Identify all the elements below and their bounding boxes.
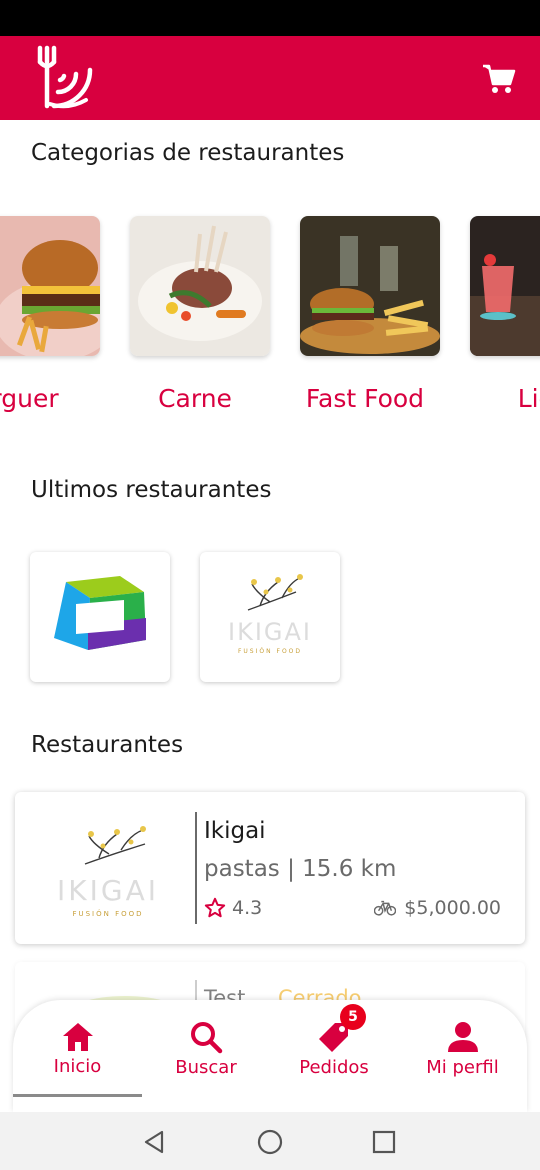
bicycle-icon bbox=[374, 900, 397, 916]
category-label: Carne bbox=[158, 384, 232, 413]
search-icon bbox=[191, 1022, 223, 1054]
category-fast-food[interactable]: Fast Food bbox=[280, 200, 450, 430]
recent-restaurant-card[interactable]: IKIGAI FUSIÓN FOOD bbox=[200, 552, 340, 682]
user-icon bbox=[447, 1022, 478, 1052]
home-icon bbox=[62, 1023, 93, 1051]
nav-label: Buscar bbox=[175, 1057, 237, 1078]
recent-title: Ultimos restaurantes bbox=[31, 477, 272, 503]
app-header bbox=[0, 36, 540, 120]
rating-value: 4.3 bbox=[232, 897, 263, 919]
nav-buscar[interactable]: Buscar bbox=[142, 1000, 270, 1112]
orders-badge: 5 bbox=[340, 1004, 366, 1030]
nav-inicio[interactable]: Inicio bbox=[13, 1000, 142, 1112]
home-circle-icon[interactable] bbox=[256, 1128, 284, 1156]
restaurant-rating: 4.3 bbox=[204, 896, 262, 920]
category-carousel[interactable]: rguer Carne bbox=[0, 200, 540, 430]
restaurant-meta: pastas | 15.6 km bbox=[204, 856, 397, 882]
nav-mi-perfil[interactable]: Mi perfil bbox=[398, 1000, 527, 1112]
nav-label: Mi perfil bbox=[426, 1057, 499, 1078]
restaurant-logo-text: IKIGAI bbox=[57, 874, 159, 907]
fee-value: $5,000.00 bbox=[404, 897, 501, 919]
restaurant-delivery-logo[interactable] bbox=[28, 44, 94, 110]
ikigai-logo-subtext: FUSIÓN FOOD bbox=[237, 648, 303, 655]
burger-photo bbox=[0, 216, 100, 356]
category-label: Lic bbox=[517, 384, 540, 413]
category-licores[interactable]: Lic bbox=[450, 200, 540, 430]
meat-photo bbox=[130, 216, 270, 356]
category-label: Fast Food bbox=[305, 384, 425, 413]
recent-restaurant-card[interactable] bbox=[30, 552, 170, 682]
active-indicator bbox=[13, 1094, 142, 1097]
fastfood-photo bbox=[300, 216, 440, 356]
ikigai-logo-text: IKIGAI bbox=[228, 618, 312, 646]
category-label: rguer bbox=[0, 384, 59, 413]
star-icon bbox=[204, 897, 226, 918]
recents-icon[interactable] bbox=[370, 1128, 398, 1156]
back-icon[interactable] bbox=[140, 1128, 168, 1156]
categories-title: Categorias de restaurantes bbox=[31, 140, 345, 166]
ikigai-logo bbox=[247, 574, 303, 611]
restaurants-title: Restaurantes bbox=[31, 732, 184, 758]
restaurant-logo: IKIGAI FUSIÓN FOOD bbox=[23, 800, 193, 936]
cart-icon[interactable] bbox=[482, 62, 516, 96]
delivery-fee: $5,000.00 bbox=[374, 896, 501, 920]
nav-pedidos[interactable]: 5 Pedidos bbox=[270, 1000, 398, 1112]
drinks-photo bbox=[470, 216, 540, 356]
category-carne[interactable]: Carne bbox=[110, 200, 280, 430]
restaurant-name: Ikigai bbox=[204, 818, 266, 844]
status-bar bbox=[0, 0, 540, 36]
category-burger[interactable]: rguer bbox=[0, 200, 110, 430]
cube-logo bbox=[54, 576, 146, 650]
bottom-navigation: Inicio Buscar 5 Pedidos Mi perfil bbox=[13, 1000, 527, 1112]
nav-label: Inicio bbox=[53, 1056, 102, 1077]
restaurant-logo-subtext: FUSIÓN FOOD bbox=[72, 910, 144, 918]
card-divider bbox=[195, 812, 197, 924]
nav-label: Pedidos bbox=[299, 1057, 369, 1078]
restaurant-card[interactable]: IKIGAI FUSIÓN FOOD Ikigai pastas | 15.6 … bbox=[15, 792, 525, 944]
system-navigation-bar bbox=[0, 1112, 540, 1170]
